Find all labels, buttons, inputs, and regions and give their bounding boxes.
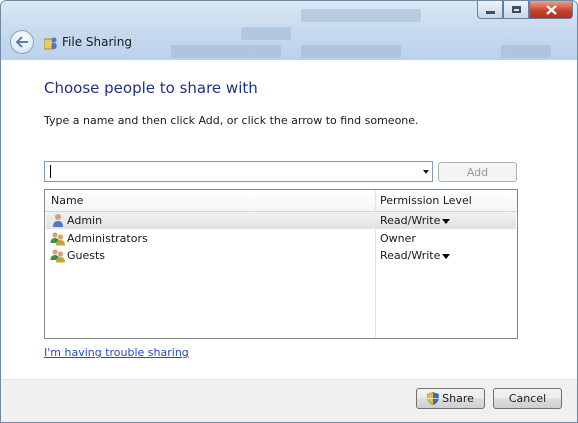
permission-level[interactable]: Read/Write [380,249,440,262]
minimize-icon [485,11,495,14]
column-header-name[interactable]: Name [51,194,83,207]
close-icon [545,4,557,15]
window-title: File Sharing [62,35,132,49]
single-user-icon [53,214,63,227]
permission-level: Owner [380,232,416,245]
permission-level[interactable]: Read/Write [380,214,440,227]
add-button[interactable]: Add [438,162,517,182]
permission-dropdown-icon[interactable] [442,219,450,224]
text-caret [50,165,51,178]
share-label: Share [442,392,474,405]
close-button[interactable] [529,1,573,19]
trouble-sharing-link[interactable]: I'm having trouble sharing [44,346,189,359]
uac-shield-icon [427,392,439,405]
column-header-permission[interactable]: Permission Level [380,194,472,207]
file-sharing-window: File Sharing Choose people to share with… [0,0,578,423]
back-button[interactable] [10,30,34,54]
maximize-icon [511,6,521,13]
user-name: Guests [67,249,106,262]
list-header: Name Permission Level [45,190,517,212]
file-sharing-icon [44,37,57,50]
list-row-administrators[interactable]: Administrators Owner [46,230,516,247]
user-name: Admin [67,214,103,227]
group-users-icon [50,232,65,246]
page-heading: Choose people to share with [44,79,258,97]
user-name: Administrators [67,232,148,245]
share-list: Name Permission Level Admin Read/Write A… [44,189,518,339]
group-users-icon [50,249,65,263]
dropdown-arrow-icon[interactable] [423,170,429,174]
dialog-footer [1,379,577,422]
name-input[interactable] [45,162,415,181]
permission-dropdown-icon[interactable] [442,254,450,259]
cancel-button[interactable]: Cancel [493,388,562,409]
back-arrow-icon [15,36,28,48]
share-button[interactable]: Share [416,388,485,409]
maximize-button[interactable] [503,1,529,19]
name-combobox[interactable] [44,161,433,182]
list-row-admin[interactable]: Admin Read/Write [46,212,516,229]
window-controls [477,1,573,19]
list-row-guests[interactable]: Guests Read/Write [46,247,516,264]
title-bar: File Sharing [1,1,577,60]
minimize-button[interactable] [477,1,503,19]
instruction-text: Type a name and then click Add, or click… [44,114,419,127]
